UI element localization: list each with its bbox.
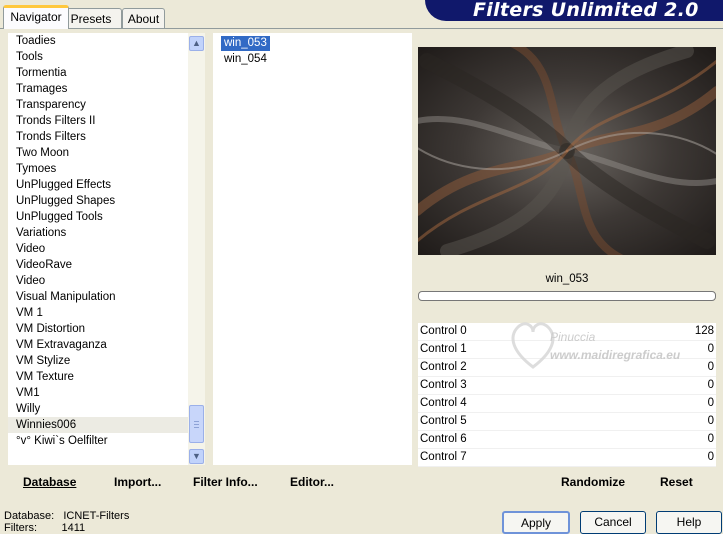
category-item[interactable]: Tormentia [8,65,188,81]
randomize-button[interactable]: Randomize [561,475,625,489]
control-slider-3[interactable]: Control 3 0 [418,377,716,395]
category-item[interactable]: Toadies [8,33,188,49]
category-item[interactable]: Video [8,241,188,257]
control-value: 0 [707,451,714,463]
tab-about[interactable]: About [122,8,165,28]
reset-button[interactable]: Reset [660,475,693,489]
category-item[interactable]: UnPlugged Effects [8,177,188,193]
control-value: 0 [707,343,714,355]
filter-item-win054[interactable]: win_054 [221,52,270,67]
status-filters: Filters: 1411 [4,522,86,534]
app-banner: Filters Unlimited 2.0 [425,0,723,21]
controls-button-bar: Randomize Reset [418,468,716,494]
control-value: 0 [707,379,714,391]
control-slider-0[interactable]: Control 0 128 [418,323,716,341]
category-item[interactable]: °v° Kiwi`s Oelfilter [8,433,188,449]
control-label: Control 1 [420,343,467,355]
tab-presets[interactable]: Presets [60,8,122,28]
status-database: Database: ICNET-Filters [4,510,130,522]
scroll-up-button[interactable]: ▲ [189,36,204,51]
category-item[interactable]: VM Distortion [8,321,188,337]
category-item[interactable]: VM Stylize [8,353,188,369]
control-label: Control 3 [420,379,467,391]
control-label: Control 6 [420,433,467,445]
category-item[interactable]: UnPlugged Tools [8,209,188,225]
category-item[interactable]: Variations [8,225,188,241]
filter-item-win053[interactable]: win_053 [221,36,270,51]
category-item[interactable]: Transparency [8,97,188,113]
category-item[interactable]: UnPlugged Shapes [8,193,188,209]
control-label: Control 7 [420,451,467,463]
control-label: Control 2 [420,361,467,373]
category-list[interactable]: Toadies Tools Tormentia Tramages Transparenc… [8,33,188,465]
category-item[interactable]: Two Moon [8,145,188,161]
category-item[interactable]: VM 1 [8,305,188,321]
category-item[interactable]: Willy [8,401,188,417]
scroll-down-button[interactable]: ▼ [189,449,204,464]
control-slider-6[interactable]: Control 6 0 [418,431,716,449]
category-scrollbar[interactable]: ▲ ▼ [188,33,205,465]
filter-preview-image [418,47,716,255]
filter-info-button[interactable]: Filter Info... [193,475,258,489]
category-item[interactable]: Tronds Filters II [8,113,188,129]
control-value: 0 [707,361,714,373]
control-label: Control 4 [420,397,467,409]
help-button[interactable]: Help [656,511,722,534]
control-slider-7[interactable]: Control 7 0 [418,449,716,467]
database-button[interactable]: Database [23,475,76,489]
category-item[interactable]: VM1 [8,385,188,401]
category-item[interactable]: Visual Manipulation [8,289,188,305]
apply-button[interactable]: Apply [502,511,570,534]
navigator-button-bar: Database Import... Filter Info... Editor… [8,466,412,494]
control-value: 0 [707,415,714,427]
cancel-button[interactable]: Cancel [580,511,646,534]
preview-filter-name: win_053 [545,273,589,285]
control-slider-5[interactable]: Control 5 0 [418,413,716,431]
editor-button[interactable]: Editor... [290,475,334,489]
filter-list[interactable]: win_053 win_054 [213,33,412,465]
category-item[interactable]: Tymoes [8,161,188,177]
category-item[interactable]: VideoRave [8,257,188,273]
category-item[interactable]: Tools [8,49,188,65]
tab-divider [0,28,723,29]
import-button[interactable]: Import... [114,475,161,489]
tab-navigator[interactable]: Navigator [3,5,69,29]
category-item[interactable]: Winnies006 [8,417,188,433]
control-slider-2[interactable]: Control 2 0 [418,359,716,377]
swirl-preview-graphic [418,47,716,255]
controls-panel: Control 0 128 Control 1 0 Control 2 0 Control … [418,323,716,467]
app-title: Filters Unlimited 2.0 [473,0,699,21]
control-slider-1[interactable]: Control 1 0 [418,341,716,359]
control-value: 0 [707,433,714,445]
control-value: 0 [707,397,714,409]
scroll-thumb[interactable] [189,405,204,443]
category-item[interactable]: VM Extravaganza [8,337,188,353]
control-value: 128 [694,325,714,337]
control-slider-4[interactable]: Control 4 0 [418,395,716,413]
category-item[interactable]: Video [8,273,188,289]
category-item[interactable]: Tramages [8,81,188,97]
category-item[interactable]: Tronds Filters [8,129,188,145]
progress-bar [418,291,716,301]
category-item[interactable]: VM Texture [8,369,188,385]
control-label: Control 5 [420,415,467,427]
control-label: Control 0 [420,325,467,337]
